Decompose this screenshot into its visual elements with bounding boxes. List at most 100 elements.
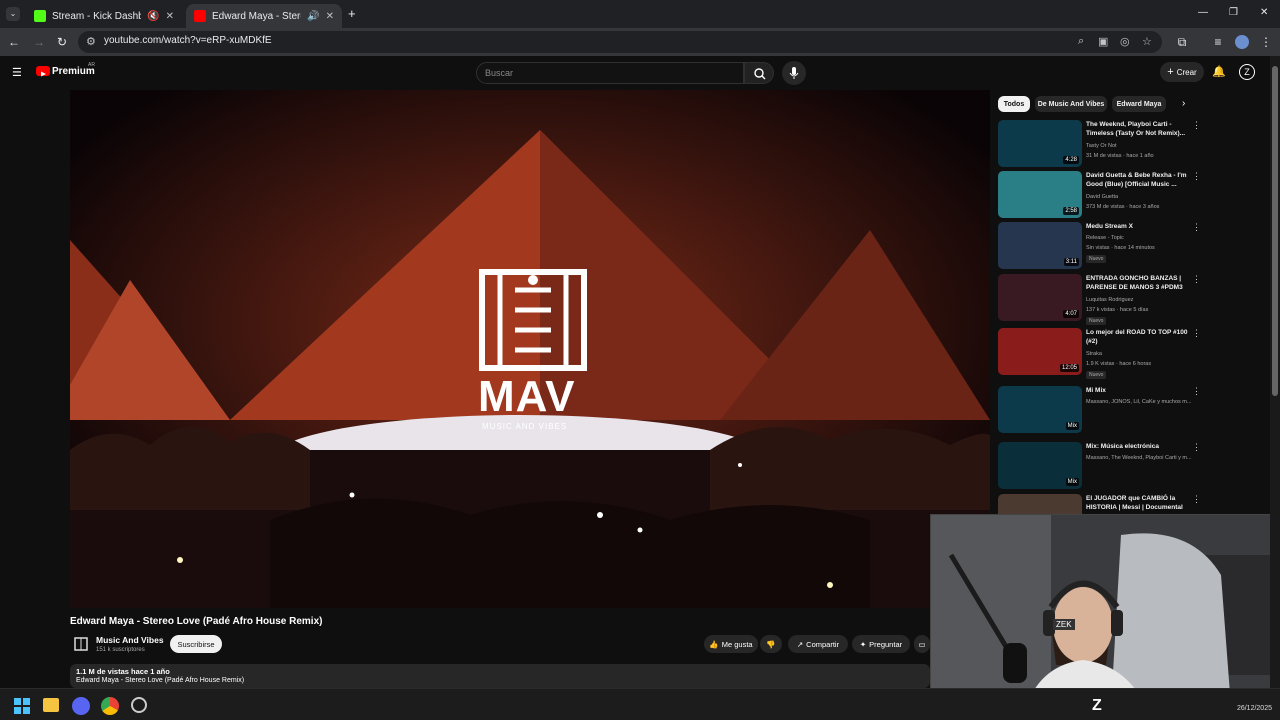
video-player[interactable]: MAV MUSIC AND VIBES bbox=[70, 90, 990, 608]
more-options-icon[interactable]: ⋮ bbox=[1192, 222, 1201, 233]
minimize-icon[interactable]: — bbox=[1198, 7, 1208, 18]
close-tab-icon[interactable]: ✕ bbox=[326, 11, 334, 22]
save-button[interactable]: ▭ bbox=[914, 635, 930, 653]
recommendation-title[interactable]: Lo mejor del ROAD TO TOP #100 (#2) bbox=[1086, 328, 1190, 346]
chip-edward-maya[interactable]: Edward Maya bbox=[1112, 96, 1166, 112]
recommendation-title[interactable]: David Guetta & Bebe Rexha - I'm Good (Bl… bbox=[1086, 171, 1190, 189]
youtube-logo-icon[interactable] bbox=[36, 66, 50, 77]
search-input[interactable]: Buscar bbox=[476, 62, 744, 84]
omnibox[interactable]: ⚙ youtube.com/watch?v=eRP-xuMDKfE ⌕ ▣ ◎ … bbox=[78, 31, 1162, 53]
search-button[interactable] bbox=[744, 62, 774, 84]
reload-icon[interactable]: ↻ bbox=[54, 34, 70, 50]
video-thumbnail[interactable]: 4:07 bbox=[998, 274, 1082, 321]
video-thumbnail[interactable]: Mix bbox=[998, 386, 1082, 433]
more-options-icon[interactable]: ⋮ bbox=[1192, 386, 1201, 397]
recommendation-channel[interactable]: Massano, JONOS, Lil, CaKe y muchos m... bbox=[1086, 399, 1191, 405]
video-thumbnail[interactable]: 4:28 bbox=[998, 120, 1082, 167]
recommendation-item[interactable]: 2:58 David Guetta & Bebe Rexha - I'm Goo… bbox=[998, 171, 1208, 221]
app-z-icon[interactable]: Z bbox=[1092, 697, 1102, 715]
recommendation-title[interactable]: The Weeknd, Playboi Carti - Timeless (Ta… bbox=[1086, 120, 1190, 138]
eye-off-icon[interactable]: ◎ bbox=[1120, 35, 1130, 48]
close-window-icon[interactable]: ✕ bbox=[1260, 7, 1268, 18]
like-button[interactable]: 👍 Me gusta bbox=[704, 635, 758, 653]
scrollbar-thumb[interactable] bbox=[1272, 66, 1278, 396]
more-options-icon[interactable]: ⋮ bbox=[1192, 328, 1201, 339]
extensions-icon[interactable]: ⧉ bbox=[1174, 34, 1190, 50]
voice-search-button[interactable] bbox=[782, 61, 806, 85]
ask-button[interactable]: ✦ Preguntar bbox=[852, 635, 910, 653]
chip-all[interactable]: Todos bbox=[998, 96, 1030, 112]
discord-icon[interactable] bbox=[72, 697, 90, 715]
obs-icon[interactable] bbox=[131, 697, 147, 713]
video-thumbnail[interactable]: 2:58 bbox=[998, 171, 1082, 218]
file-explorer-icon[interactable] bbox=[43, 698, 59, 712]
tab-kick-dashboard[interactable]: Stream - Kick Dashboard 🔇 ✕ bbox=[26, 4, 182, 28]
sparkle-icon: ✦ bbox=[859, 639, 867, 649]
recommendation-item[interactable]: Mix Mix: Música electrónica Massano, The… bbox=[998, 442, 1208, 492]
webcam-label: ZEK bbox=[1053, 619, 1075, 630]
recommendation-channel[interactable]: Luquitas Rodriguez bbox=[1086, 297, 1133, 303]
more-options-icon[interactable]: ⋮ bbox=[1192, 494, 1201, 505]
bookmark-star-icon[interactable]: ☆ bbox=[1142, 35, 1152, 48]
recommendation-title[interactable]: Mix: Música electrónica bbox=[1086, 442, 1190, 451]
recommendation-channel[interactable]: David Guetta bbox=[1086, 194, 1118, 200]
notifications-bell-icon[interactable]: 🔔 bbox=[1212, 65, 1226, 78]
subscribe-button[interactable]: Suscribirse bbox=[170, 635, 222, 653]
forward-icon[interactable]: → bbox=[31, 34, 47, 50]
tab-search-button[interactable]: ⌄ bbox=[6, 7, 20, 21]
channel-name[interactable]: Music And Vibes bbox=[96, 635, 164, 645]
new-tab-button[interactable]: + bbox=[348, 6, 356, 21]
recommendation-channel[interactable]: Release - Topic bbox=[1086, 235, 1124, 241]
recommendation-item[interactable]: El JUGADOR que CAMBIÓ la HISTORIA | Mess… bbox=[998, 494, 1208, 514]
more-options-icon[interactable]: ⋮ bbox=[1192, 442, 1201, 453]
duration-badge: 4:28 bbox=[1063, 156, 1079, 164]
browser-menu-icon[interactable]: ⋮ bbox=[1258, 34, 1274, 50]
tab-youtube[interactable]: Edward Maya - Stereo Love 🔊 ✕ bbox=[186, 4, 342, 28]
recommendation-channel[interactable]: Massano, The Weeknd, Playboi Carti y m..… bbox=[1086, 455, 1192, 461]
description-box[interactable]: 1.1 M de vistas hace 1 año Edward Maya -… bbox=[70, 664, 930, 688]
mute-icon[interactable]: 🔇 bbox=[147, 11, 159, 22]
audio-playing-icon[interactable]: 🔊 bbox=[307, 11, 319, 22]
recommendation-item[interactable]: 4:28 The Weeknd, Playboi Carti - Timeles… bbox=[998, 120, 1208, 170]
recommendation-title[interactable]: Mi Mix bbox=[1086, 386, 1190, 395]
close-tab-icon[interactable]: ✕ bbox=[166, 11, 174, 22]
chip-from-channel[interactable]: De Music And Vibes bbox=[1035, 96, 1107, 112]
chips-next-icon[interactable]: › bbox=[1182, 98, 1185, 109]
recommendation-item[interactable]: 12:05 Lo mejor del ROAD TO TOP #100 (#2)… bbox=[998, 328, 1208, 379]
recommendation-title[interactable]: El JUGADOR que CAMBIÓ la HISTORIA | Mess… bbox=[1086, 494, 1190, 512]
video-thumbnail[interactable]: 3:11 bbox=[998, 222, 1082, 269]
recommendation-item[interactable]: 3:11 Medu Stream X Release - Topic Sin v… bbox=[998, 222, 1208, 272]
cast-icon[interactable]: ▣ bbox=[1098, 35, 1108, 48]
recommendation-item[interactable]: 4:07 ENTRADA GONCHO BANZAS | PARENSE DE … bbox=[998, 274, 1208, 325]
share-button[interactable]: ↗ Compartir bbox=[788, 635, 848, 653]
bookmark-icon: ▭ bbox=[918, 639, 926, 649]
chrome-icon[interactable] bbox=[101, 697, 119, 715]
video-thumbnail[interactable] bbox=[998, 494, 1082, 514]
back-icon[interactable]: ← bbox=[6, 34, 22, 50]
recommendation-channel[interactable]: Tasty Or Not bbox=[1086, 143, 1117, 149]
more-options-icon[interactable]: ⋮ bbox=[1192, 120, 1201, 131]
mav-tagline: MUSIC AND VIBES bbox=[482, 422, 568, 431]
hamburger-menu-icon[interactable]: ☰ bbox=[12, 66, 22, 79]
video-thumbnail[interactable]: 12:05 bbox=[998, 328, 1082, 375]
profile-avatar[interactable] bbox=[1235, 35, 1249, 49]
tab-title: Stream - Kick Dashboard bbox=[52, 10, 142, 22]
channel-avatar[interactable] bbox=[73, 636, 89, 652]
page-scrollbar[interactable] bbox=[1270, 56, 1280, 688]
account-avatar[interactable]: Z bbox=[1239, 64, 1255, 80]
url-text[interactable]: youtube.com/watch?v=eRP-xuMDKfE bbox=[104, 35, 272, 46]
recommendation-item[interactable]: Mix Mi Mix Massano, JONOS, Lil, CaKe y m… bbox=[998, 386, 1208, 436]
recommendation-channel[interactable]: Straka bbox=[1086, 351, 1102, 357]
reading-list-icon[interactable]: ≡ bbox=[1210, 34, 1226, 50]
video-thumbnail[interactable]: Mix bbox=[998, 442, 1082, 489]
site-info-icon[interactable]: ⚙ bbox=[86, 35, 96, 48]
recommendation-title[interactable]: ENTRADA GONCHO BANZAS | PARENSE DE MANOS… bbox=[1086, 274, 1190, 292]
restore-icon[interactable]: ❐ bbox=[1229, 7, 1238, 18]
more-options-icon[interactable]: ⋮ bbox=[1192, 274, 1201, 285]
more-options-icon[interactable]: ⋮ bbox=[1192, 171, 1201, 182]
recommendation-title[interactable]: Medu Stream X bbox=[1086, 222, 1190, 231]
windows-start-icon[interactable] bbox=[14, 698, 30, 714]
create-button[interactable]: + Crear bbox=[1160, 62, 1204, 82]
zoom-icon[interactable]: ⌕ bbox=[1078, 35, 1084, 48]
dislike-button[interactable]: 👎 bbox=[760, 635, 782, 653]
